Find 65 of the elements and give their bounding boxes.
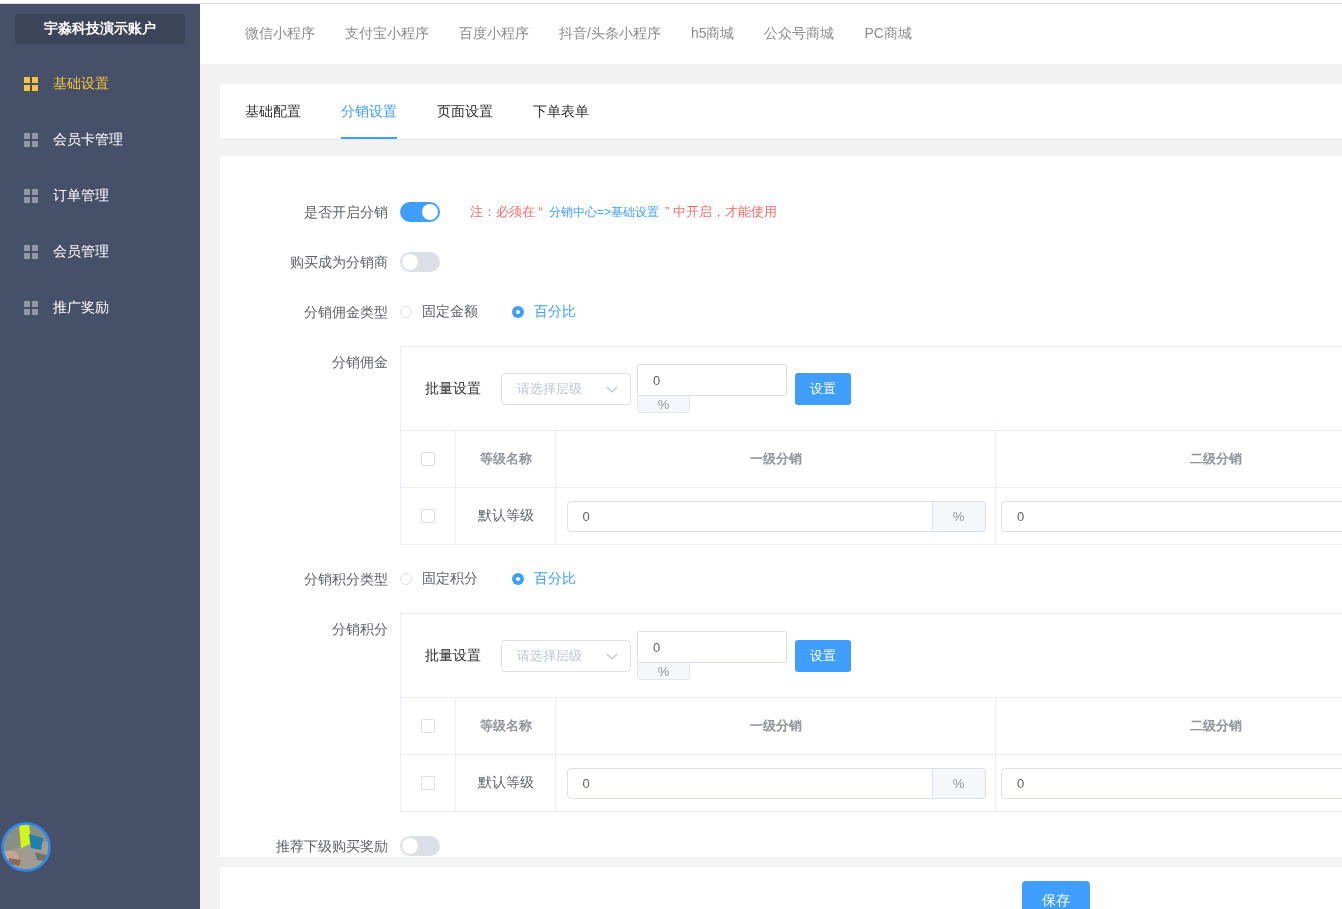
field-label: 分销积分: [331, 620, 388, 639]
checkbox[interactable]: [421, 509, 435, 523]
save-button[interactable]: 保存: [1022, 881, 1090, 909]
toggle-switch[interactable]: [400, 252, 440, 272]
field-label: 分销佣金类型: [303, 303, 388, 322]
field-label: 分销积分类型: [303, 570, 388, 589]
grid-icon: [24, 133, 38, 147]
column-header: 二级分销: [1189, 450, 1242, 468]
field-label: 是否开启分销: [303, 203, 388, 222]
radio-option[interactable]: 百分比: [512, 570, 576, 588]
nav-link[interactable]: h5商城: [690, 25, 735, 43]
tab[interactable]: 下单表单: [533, 84, 589, 139]
column-header: 二级分销: [1189, 717, 1242, 735]
column-header: 等级名称: [479, 717, 532, 735]
sidebar-item[interactable]: 会员卡管理: [0, 112, 200, 168]
radio-option[interactable]: 百分比: [512, 303, 576, 321]
input-field[interactable]: 0: [1001, 767, 1342, 799]
checkbox[interactable]: [421, 719, 435, 733]
radio-option[interactable]: 固定积分: [400, 570, 478, 588]
grid-icon: [24, 77, 38, 91]
input-field[interactable]: 0: [566, 767, 933, 799]
note-text: 注：必须在 “ 分销中心=>基础设置 ” 中开启，才能使用: [470, 203, 777, 221]
field-label: 购买成为分销商: [289, 253, 388, 272]
toggle-switch[interactable]: [400, 202, 440, 222]
nav-link[interactable]: 支付宝小程序: [345, 25, 429, 43]
sidebar-item[interactable]: 基础设置: [0, 56, 200, 112]
column-header: 等级名称: [479, 450, 532, 468]
sidebar-item[interactable]: 会员管理: [0, 224, 200, 280]
unit-addon: %: [637, 396, 690, 413]
grid-icon: [24, 245, 38, 259]
tab[interactable]: 页面设置: [437, 84, 493, 139]
nav-link[interactable]: 微信小程序: [245, 25, 315, 43]
input-field[interactable]: 0: [637, 364, 787, 396]
sidebar-item[interactable]: 订单管理: [0, 168, 200, 224]
tab[interactable]: 分销设置: [341, 84, 397, 139]
account-name: 宇淼科技演示账户: [15, 14, 185, 44]
nav-link[interactable]: 抖音/头条小程序: [559, 25, 661, 43]
note-link[interactable]: 分销中心=>基础设置: [548, 205, 659, 219]
grid-icon: [24, 301, 38, 315]
set-button[interactable]: 设置: [795, 372, 851, 405]
unit-addon: %: [932, 767, 986, 799]
nav-link[interactable]: PC商城: [864, 25, 912, 43]
input-field[interactable]: 0: [566, 500, 933, 532]
column-header: 一级分销: [749, 717, 802, 735]
tab[interactable]: 基础配置: [245, 84, 301, 139]
toggle-switch[interactable]: [400, 836, 440, 856]
nav-link[interactable]: 公众号商城: [764, 25, 835, 43]
batch-label: 批量设置: [425, 646, 481, 665]
column-header: 一级分销: [749, 450, 802, 468]
checkbox[interactable]: [421, 452, 435, 466]
unit-addon: %: [932, 500, 986, 532]
sidebar-item[interactable]: 推广奖励: [0, 280, 200, 336]
nav-link[interactable]: 百度小程序: [459, 25, 529, 43]
set-button[interactable]: 设置: [795, 639, 851, 672]
input-field[interactable]: 0: [1001, 500, 1342, 532]
table-cell: 默认等级: [477, 774, 534, 792]
field-label: 分销佣金: [331, 353, 388, 372]
checkbox[interactable]: [421, 776, 435, 790]
unit-addon: %: [637, 663, 690, 680]
grid-icon: [24, 189, 38, 203]
field-label: 推荐下级购买奖励: [275, 837, 388, 856]
radio-option[interactable]: 固定金额: [400, 303, 478, 321]
input-field[interactable]: 0: [637, 631, 787, 663]
batch-label: 批量设置: [425, 379, 481, 398]
table-cell: 默认等级: [477, 507, 534, 525]
